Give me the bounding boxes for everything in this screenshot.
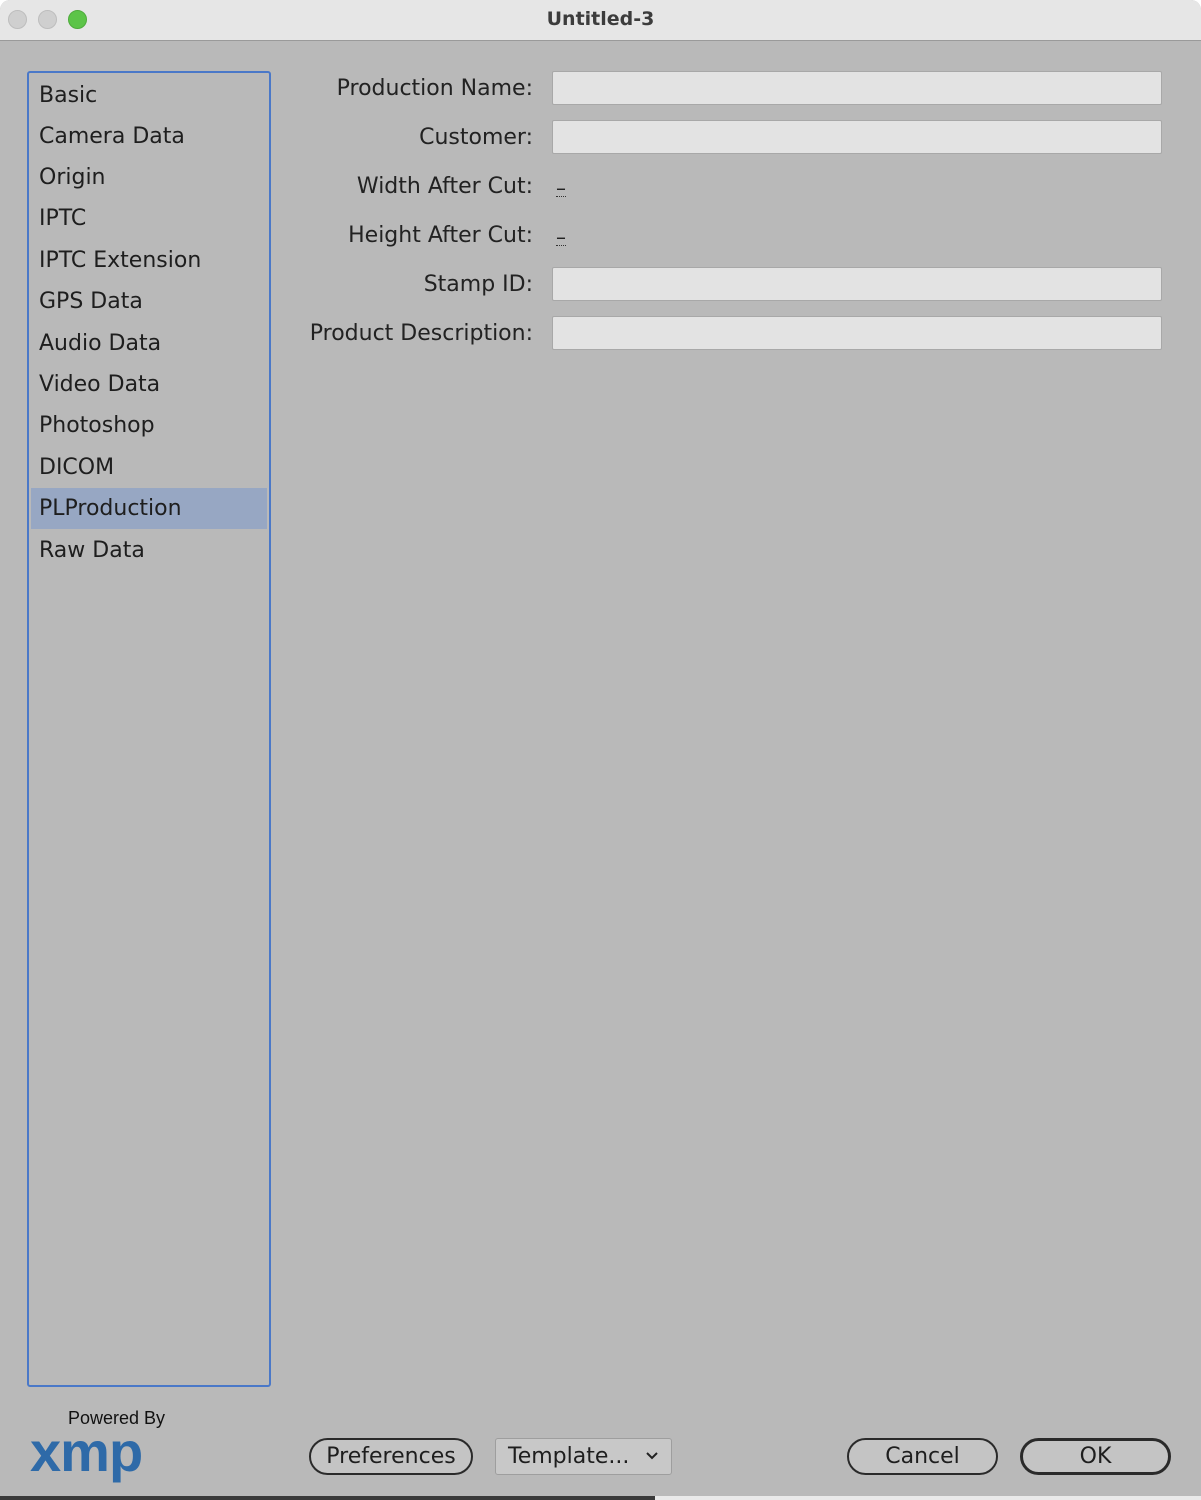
height-after-cut-value[interactable]: – bbox=[556, 227, 566, 247]
customer-input[interactable] bbox=[552, 120, 1162, 154]
width-after-cut-label: Width After Cut: bbox=[356, 174, 533, 199]
desktop-edge bbox=[0, 1496, 1201, 1500]
window-title: Untitled-3 bbox=[546, 8, 655, 30]
stamp-id-input[interactable] bbox=[552, 267, 1162, 301]
category-list[interactable]: Basic Camera Data Origin IPTC IPTC Exten… bbox=[27, 71, 271, 1387]
sidebar-item-iptc-extension[interactable]: IPTC Extension bbox=[31, 240, 267, 281]
chevron-down-icon bbox=[646, 1452, 658, 1460]
dock-edge bbox=[0, 1496, 655, 1500]
width-after-cut-value[interactable]: – bbox=[556, 178, 566, 198]
production-name-label: Production Name: bbox=[336, 76, 533, 101]
metadata-window: Untitled-3 Basic Camera Data Origin IPTC… bbox=[0, 0, 1201, 1496]
sidebar-item-basic[interactable]: Basic bbox=[31, 75, 267, 116]
stamp-id-label: Stamp ID: bbox=[423, 272, 533, 297]
sidebar-item-gps-data[interactable]: GPS Data bbox=[31, 281, 267, 322]
sidebar-item-video-data[interactable]: Video Data bbox=[31, 364, 267, 405]
sidebar-item-iptc[interactable]: IPTC bbox=[31, 198, 267, 239]
sidebar-item-origin[interactable]: Origin bbox=[31, 157, 267, 198]
customer-label: Customer: bbox=[419, 125, 533, 150]
xmp-logo: xmp bbox=[30, 1420, 143, 1483]
sidebar-item-audio-data[interactable]: Audio Data bbox=[31, 323, 267, 364]
sidebar-item-camera-data[interactable]: Camera Data bbox=[31, 116, 267, 157]
product-description-input[interactable] bbox=[552, 316, 1162, 350]
sidebar-item-raw-data[interactable]: Raw Data bbox=[31, 530, 267, 571]
sidebar-item-dicom[interactable]: DICOM bbox=[31, 447, 267, 488]
sidebar-item-photoshop[interactable]: Photoshop bbox=[31, 405, 267, 446]
sidebar-item-plproduction[interactable]: PLProduction bbox=[31, 488, 267, 529]
preferences-button[interactable]: Preferences bbox=[309, 1438, 473, 1475]
product-description-label: Product Description: bbox=[309, 321, 533, 346]
title-bar: Untitled-3 bbox=[0, 0, 1201, 41]
template-dropdown[interactable]: Template... bbox=[495, 1438, 672, 1475]
production-name-input[interactable] bbox=[552, 71, 1162, 105]
template-dropdown-label: Template... bbox=[508, 1444, 630, 1469]
cancel-button[interactable]: Cancel bbox=[847, 1438, 998, 1475]
height-after-cut-label: Height After Cut: bbox=[348, 223, 533, 248]
ok-button[interactable]: OK bbox=[1020, 1438, 1171, 1475]
